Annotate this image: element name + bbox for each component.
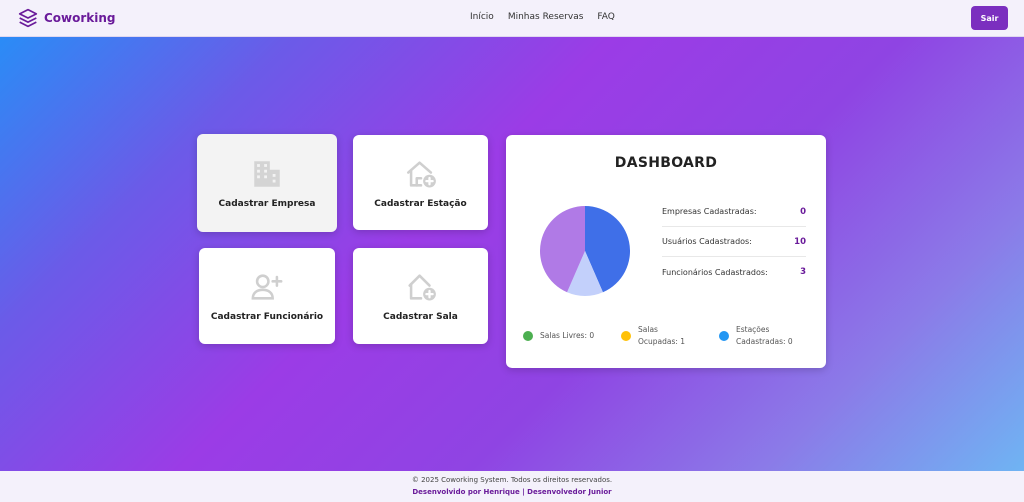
legend-label: Estações Cadastradas: 0 [736, 325, 793, 346]
nav-faq[interactable]: FAQ [597, 12, 614, 22]
stat-row-usuarios: Usuários Cadastrados: 10 [662, 227, 806, 257]
legend-swatch [523, 331, 533, 341]
building-icon [254, 161, 280, 187]
card-label: Cadastrar Estação [374, 198, 467, 209]
house-add-icon [406, 160, 436, 187]
footer-copyright: © 2025 Coworking System. Todos os direit… [411, 476, 613, 484]
card-cadastrar-estacao[interactable]: Cadastrar Estação [353, 135, 488, 230]
legend-item-salas-livres[interactable]: Salas Livres: 0 [523, 330, 594, 342]
legend-swatch [621, 331, 631, 341]
card-label: Cadastrar Sala [383, 312, 458, 322]
stat-value: 3 [800, 267, 806, 277]
card-label: Cadastrar Funcionário [210, 312, 324, 322]
stat-row-empresas: Empresas Cadastradas: 0 [662, 197, 806, 227]
legend-label: Salas Livres: 0 [540, 331, 595, 340]
dashboard-title: DASHBOARD [614, 155, 718, 171]
dashboard-panel: DASHBOARD Empresas Cadastradas: 0 Usuári… [506, 135, 826, 368]
legend-item-estacoes[interactable]: Estações Cadastradas: 0 [719, 324, 793, 348]
house-add-icon [407, 274, 436, 301]
card-cadastrar-sala[interactable]: Cadastrar Sala [353, 248, 488, 344]
stat-label: Funcionários Cadastrados: [662, 267, 768, 277]
status-pie-chart [540, 206, 630, 296]
legend-swatch [719, 331, 729, 341]
brand[interactable]: Coworking [18, 8, 116, 28]
logout-button[interactable]: Sair [971, 6, 1008, 30]
stat-label: Usuários Cadastrados: [662, 237, 752, 246]
stats-list: Empresas Cadastradas: 0 Usuários Cadastr… [662, 197, 806, 287]
footer: © 2025 Coworking System. Todos os direit… [0, 471, 1024, 502]
stat-row-funcionarios: Funcionários Cadastrados: 3 [662, 257, 806, 287]
main-content: Cadastrar Empresa Cadastrar Estação Cada… [0, 37, 1024, 471]
card-cadastrar-empresa[interactable]: Cadastrar Empresa [197, 134, 337, 232]
nav-inicio[interactable]: Início [470, 12, 494, 22]
nav-minhas-reservas[interactable]: Minhas Reservas [508, 12, 584, 22]
footer-developer: Desenvolvido por Henrique | Desenvolvedo… [412, 488, 612, 496]
card-label: Cadastrar Empresa [218, 199, 316, 209]
stat-value: 0 [800, 206, 806, 217]
legend-item-salas-ocupadas[interactable]: Salas Ocupadas: 1 [621, 324, 685, 348]
top-navbar: Coworking Início Minhas Reservas FAQ Sai… [0, 0, 1024, 37]
layers-icon [18, 8, 38, 28]
user-add-icon [251, 274, 283, 300]
chart-legend: Salas Livres: 0 Salas Ocupadas: 1 Estaçõe… [523, 324, 813, 354]
legend-label: Salas Ocupadas: 1 [638, 325, 686, 346]
main-nav: Início Minhas Reservas FAQ [470, 12, 615, 22]
stat-label: Empresas Cadastradas: [662, 207, 757, 216]
stat-value: 10 [794, 236, 806, 247]
brand-name: Coworking [44, 11, 116, 25]
card-cadastrar-funcionario[interactable]: Cadastrar Funcionário [199, 248, 335, 344]
